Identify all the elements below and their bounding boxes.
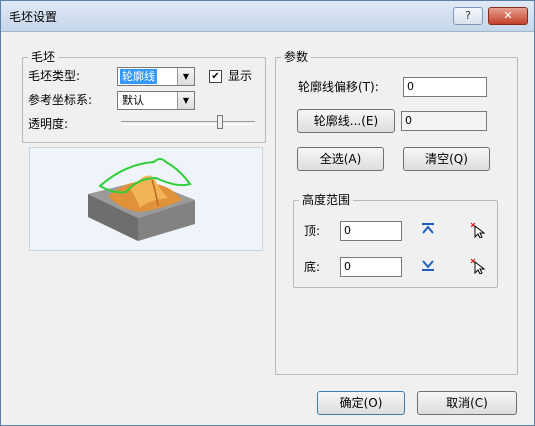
slider-track [121, 121, 255, 125]
transparency-label: 透明度: [28, 117, 69, 131]
clear-button[interactable]: 清空(Q) [403, 147, 490, 171]
move-to-bottom-icon[interactable] [419, 258, 437, 276]
bottom-label: 底: [304, 260, 321, 274]
chevron-down-icon: ▼ [177, 68, 194, 85]
blank-type-label: 毛坯类型: [28, 69, 81, 83]
title-bar: 毛坯设置 ? ✕ [1, 1, 534, 32]
height-range-legend: 高度范围 [299, 193, 354, 207]
show-checkbox[interactable]: ✔ [209, 70, 222, 83]
contour-button[interactable]: 轮廓线...(E) [297, 109, 395, 133]
blank-3d-model-icon [88, 158, 195, 241]
coord-system-select[interactable]: 默认 ▼ [117, 91, 195, 110]
slider-thumb[interactable] [217, 115, 223, 129]
blank-preview-image [29, 147, 263, 251]
coord-system-label: 参考坐标系: [28, 93, 93, 107]
select-all-button[interactable]: 全选(A) [297, 147, 384, 171]
top-label: 顶: [304, 224, 321, 238]
coord-system-value: 默认 [122, 94, 144, 107]
dialog-title: 毛坯设置 [9, 10, 58, 24]
chevron-down-icon: ▼ [177, 92, 194, 109]
offset-label: 轮廓线偏移(T): [298, 80, 379, 94]
help-button[interactable]: ? [453, 7, 483, 25]
ok-button[interactable]: 确定(O) [317, 391, 405, 415]
blank-settings-dialog: 毛坯设置 ? ✕ 毛坯 毛坯类型: 轮廓线 ▼ ✔ 显示 参考坐标系: 默认 ▼… [0, 0, 535, 426]
top-input[interactable]: 0 [340, 221, 402, 241]
transparency-slider[interactable] [121, 113, 255, 131]
show-label: 显示 [228, 69, 253, 83]
params-group-legend: 参数 [281, 50, 312, 64]
pick-bottom-icon[interactable] [469, 258, 487, 276]
pick-top-icon[interactable] [469, 222, 487, 240]
bottom-input[interactable]: 0 [340, 257, 402, 277]
cancel-button[interactable]: 取消(C) [417, 391, 517, 415]
blank-group-legend: 毛坯 [28, 50, 59, 64]
contour-value: 0 [401, 111, 487, 131]
move-to-top-icon[interactable] [419, 222, 437, 240]
blank-type-value: 轮廓线 [120, 69, 157, 84]
blank-type-select[interactable]: 轮廓线 ▼ [117, 67, 195, 86]
offset-input[interactable]: 0 [403, 77, 487, 97]
close-button[interactable]: ✕ [488, 7, 528, 25]
